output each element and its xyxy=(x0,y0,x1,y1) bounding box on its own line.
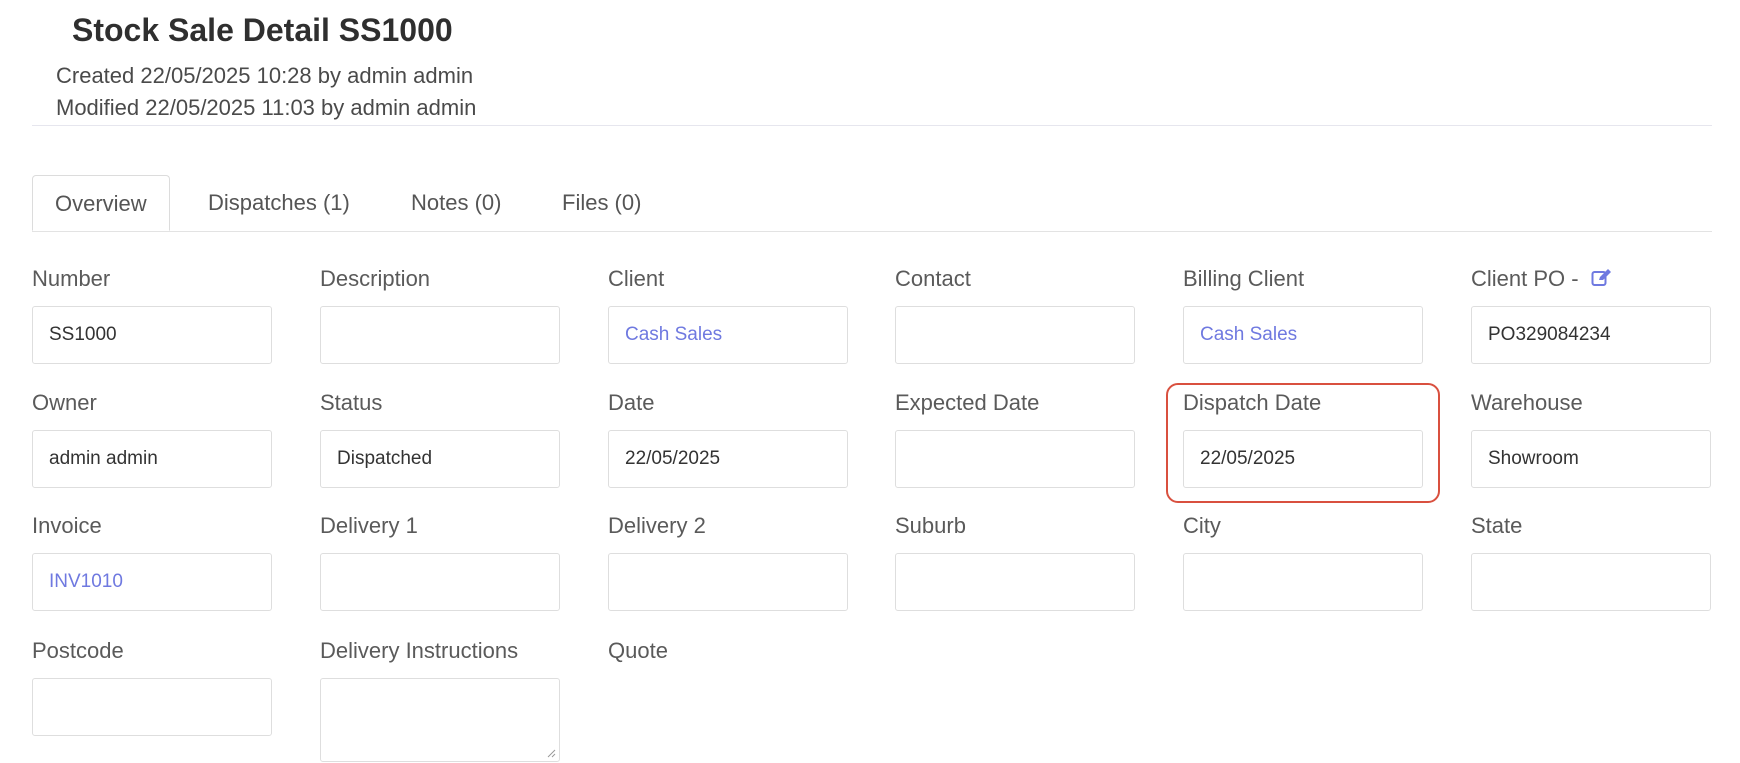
stock-sale-detail-page: Stock Sale Detail SS1000 Created 22/05/2… xyxy=(0,0,1740,763)
date-field[interactable]: 22/05/2025 xyxy=(608,430,848,488)
description-label: Description xyxy=(320,266,431,291)
page-title: Stock Sale Detail SS1000 xyxy=(72,12,453,48)
tab-dispatches[interactable]: Dispatches (1) xyxy=(208,175,350,231)
delivery1-field[interactable] xyxy=(320,553,560,611)
status-field[interactable]: Dispatched xyxy=(320,430,560,488)
tab-bar: Overview Dispatches (1) Notes (0) Files … xyxy=(32,175,1712,232)
dispatch-date-label: Dispatch Date xyxy=(1183,390,1322,415)
tab-overview[interactable]: Overview xyxy=(32,175,170,231)
postcode-field[interactable] xyxy=(32,678,272,736)
client-po-label: Client PO - xyxy=(1471,266,1579,291)
client-po-label-wrap: Client PO - xyxy=(1471,266,1613,294)
number-field[interactable]: SS1000 xyxy=(32,306,272,364)
tab-files[interactable]: Files (0) xyxy=(562,175,641,231)
quote-label: Quote xyxy=(608,638,668,663)
contact-field[interactable] xyxy=(895,306,1135,364)
billing-client-link[interactable]: Cash Sales xyxy=(1183,306,1423,364)
dispatch-date-field[interactable]: 22/05/2025 xyxy=(1183,430,1423,488)
date-label: Date xyxy=(608,390,655,415)
number-label: Number xyxy=(32,266,111,291)
created-info: Created 22/05/2025 10:28 by admin admin xyxy=(56,63,474,88)
delivery2-field[interactable] xyxy=(608,553,848,611)
suburb-label: Suburb xyxy=(895,513,966,538)
city-label: City xyxy=(1183,513,1221,538)
modified-info: Modified 22/05/2025 11:03 by admin admin xyxy=(56,95,477,120)
description-field[interactable] xyxy=(320,306,560,364)
contact-label: Contact xyxy=(895,266,971,291)
state-label: State xyxy=(1471,513,1523,538)
owner-field[interactable]: admin admin xyxy=(32,430,272,488)
billing-client-label: Billing Client xyxy=(1183,266,1305,291)
delivery-instructions-textarea[interactable] xyxy=(320,678,560,762)
client-link[interactable]: Cash Sales xyxy=(608,306,848,364)
state-field[interactable] xyxy=(1471,553,1711,611)
warehouse-field[interactable]: Showroom xyxy=(1471,430,1711,488)
delivery1-label: Delivery 1 xyxy=(320,513,418,538)
client-label: Client xyxy=(608,266,665,291)
warehouse-label: Warehouse xyxy=(1471,390,1583,415)
city-field[interactable] xyxy=(1183,553,1423,611)
expected-date-field[interactable] xyxy=(895,430,1135,488)
tab-notes[interactable]: Notes (0) xyxy=(411,175,501,231)
owner-label: Owner xyxy=(32,390,97,415)
client-po-field[interactable]: PO329084234 xyxy=(1471,306,1711,364)
invoice-label: Invoice xyxy=(32,513,102,538)
header-divider xyxy=(32,125,1712,126)
delivery-instructions-label: Delivery Instructions xyxy=(320,638,519,663)
resize-grip-icon[interactable] xyxy=(546,748,556,758)
delivery2-label: Delivery 2 xyxy=(608,513,706,538)
suburb-field[interactable] xyxy=(895,553,1135,611)
postcode-label: Postcode xyxy=(32,638,124,663)
invoice-link[interactable]: INV1010 xyxy=(32,553,272,611)
edit-icon[interactable] xyxy=(1591,268,1613,294)
status-label: Status xyxy=(320,390,383,415)
expected-date-label: Expected Date xyxy=(895,390,1040,415)
